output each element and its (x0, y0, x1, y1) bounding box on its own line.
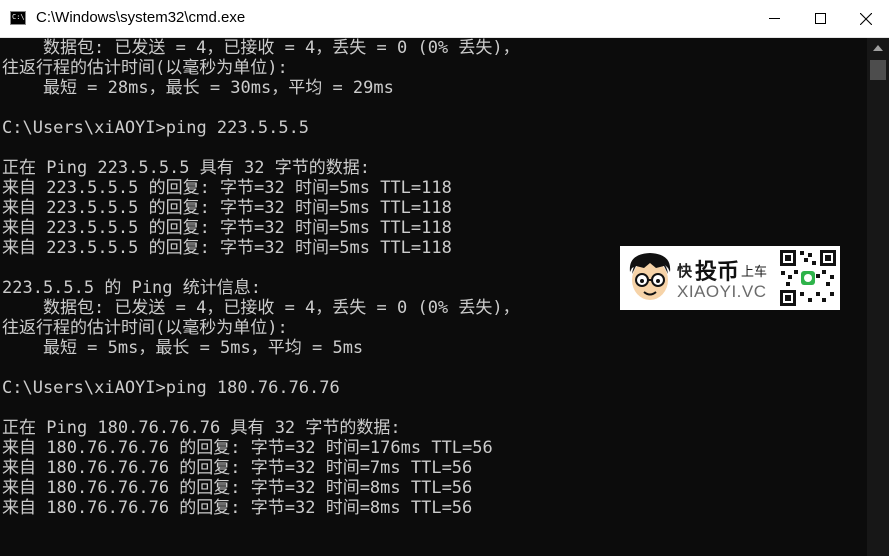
console-line: 往返行程的估计时间(以毫秒为单位): (2, 58, 288, 78)
console-line: C:\Users\xiAOYI>ping 180.76.76.76 (2, 378, 340, 398)
vertical-scrollbar[interactable] (867, 38, 889, 556)
avatar-icon (629, 253, 671, 300)
watermark-sub: 上车 (741, 264, 768, 279)
console-line: 最短 = 5ms，最长 = 5ms，平均 = 5ms (2, 338, 364, 358)
maximize-button[interactable] (797, 0, 843, 37)
console-line: 来自 223.5.5.5 的回复: 字节=32 时间=5ms TTL=118 (2, 238, 452, 258)
console-line: 来自 180.76.76.76 的回复: 字节=32 时间=7ms TTL=56 (2, 458, 473, 478)
console-line: C:\Users\xiAOYI>ping 223.5.5.5 (2, 118, 310, 138)
close-button[interactable] (843, 0, 889, 37)
console-line: 来自 223.5.5.5 的回复: 字节=32 时间=5ms TTL=118 (2, 218, 452, 238)
console-line: 数据包: 已发送 = 4，已接收 = 4，丢失 = 0 (0% 丢失)， (2, 298, 520, 318)
title-bar[interactable]: C:\ C:\Windows\system32\cmd.exe (0, 0, 889, 38)
console-line: 来自 223.5.5.5 的回复: 字节=32 时间=5ms TTL=118 (2, 178, 452, 198)
close-icon (860, 12, 872, 25)
window-title: C:\Windows\system32\cmd.exe (36, 9, 246, 26)
console-line: 来自 180.76.76.76 的回复: 字节=32 时间=8ms TTL=56 (2, 498, 473, 518)
qr-code-icon (778, 248, 838, 308)
watermark-logo: 快 投币 上车 XIAOYI.VC (620, 246, 840, 310)
scrollbar-thumb[interactable] (870, 60, 886, 80)
console-line: 往返行程的估计时间(以毫秒为单位): (2, 318, 288, 338)
console-line: 数据包: 已发送 = 4，已接收 = 4，丢失 = 0 (0% 丢失)， (2, 38, 520, 58)
scroll-up-button[interactable] (867, 38, 889, 58)
app-icon-label: C:\ (12, 13, 25, 21)
console-line: 来自 180.76.76.76 的回复: 字节=32 时间=8ms TTL=56 (2, 478, 473, 498)
maximize-icon (814, 13, 826, 24)
console-line: 最短 = 28ms，最长 = 30ms，平均 = 29ms (2, 78, 394, 98)
console-line: 正在 Ping 180.76.76.76 具有 32 字节的数据: (2, 418, 401, 438)
console-line: 来自 180.76.76.76 的回复: 字节=32 时间=176ms TTL=… (2, 438, 493, 458)
watermark-domain: XIAOYI.VC (677, 282, 767, 301)
cmd-app-icon[interactable]: C:\ (10, 11, 26, 25)
console-line: 来自 223.5.5.5 的回复: 字节=32 时间=5ms TTL=118 (2, 198, 452, 218)
watermark-char: 快 (677, 263, 693, 280)
minimize-icon (768, 18, 780, 19)
console-line: 223.5.5.5 的 Ping 统计信息: (2, 278, 261, 298)
console-line: 正在 Ping 223.5.5.5 具有 32 字节的数据: (2, 158, 370, 178)
minimize-button[interactable] (751, 0, 797, 37)
scroll-up-arrow-icon (873, 45, 883, 51)
